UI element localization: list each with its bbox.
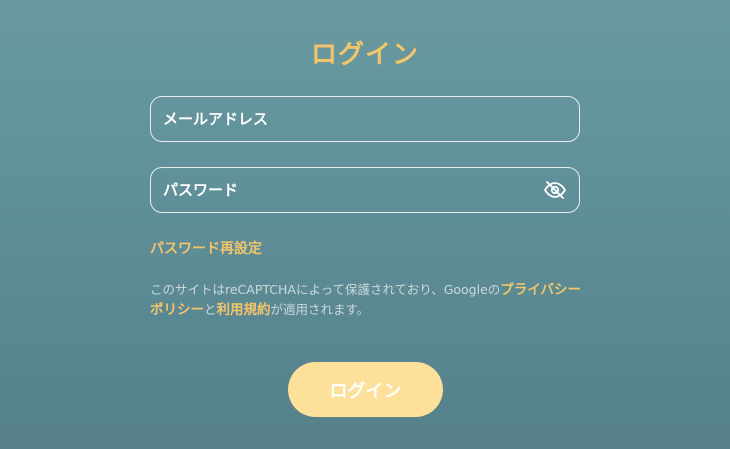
terms-of-service-link[interactable]: 利用規約: [217, 302, 271, 318]
recaptcha-notice-suffix: が適用されます。: [270, 302, 370, 317]
email-input[interactable]: [163, 110, 567, 128]
password-field[interactable]: [150, 167, 580, 213]
recaptcha-notice-middle: と: [204, 302, 217, 317]
recaptcha-notice-prefix: このサイトはreCAPTCHAによって保護されており、Googleの: [150, 282, 501, 297]
email-field[interactable]: [150, 96, 580, 142]
page-title: ログイン: [310, 40, 419, 70]
eye-slash-icon[interactable]: [543, 178, 567, 202]
password-reset-link[interactable]: パスワード再設定: [150, 238, 262, 258]
login-button[interactable]: ログイン: [288, 362, 443, 417]
recaptcha-notice: このサイトはreCAPTCHAによって保護されており、Googleのプライバシー…: [150, 280, 590, 320]
password-input[interactable]: [163, 181, 543, 199]
